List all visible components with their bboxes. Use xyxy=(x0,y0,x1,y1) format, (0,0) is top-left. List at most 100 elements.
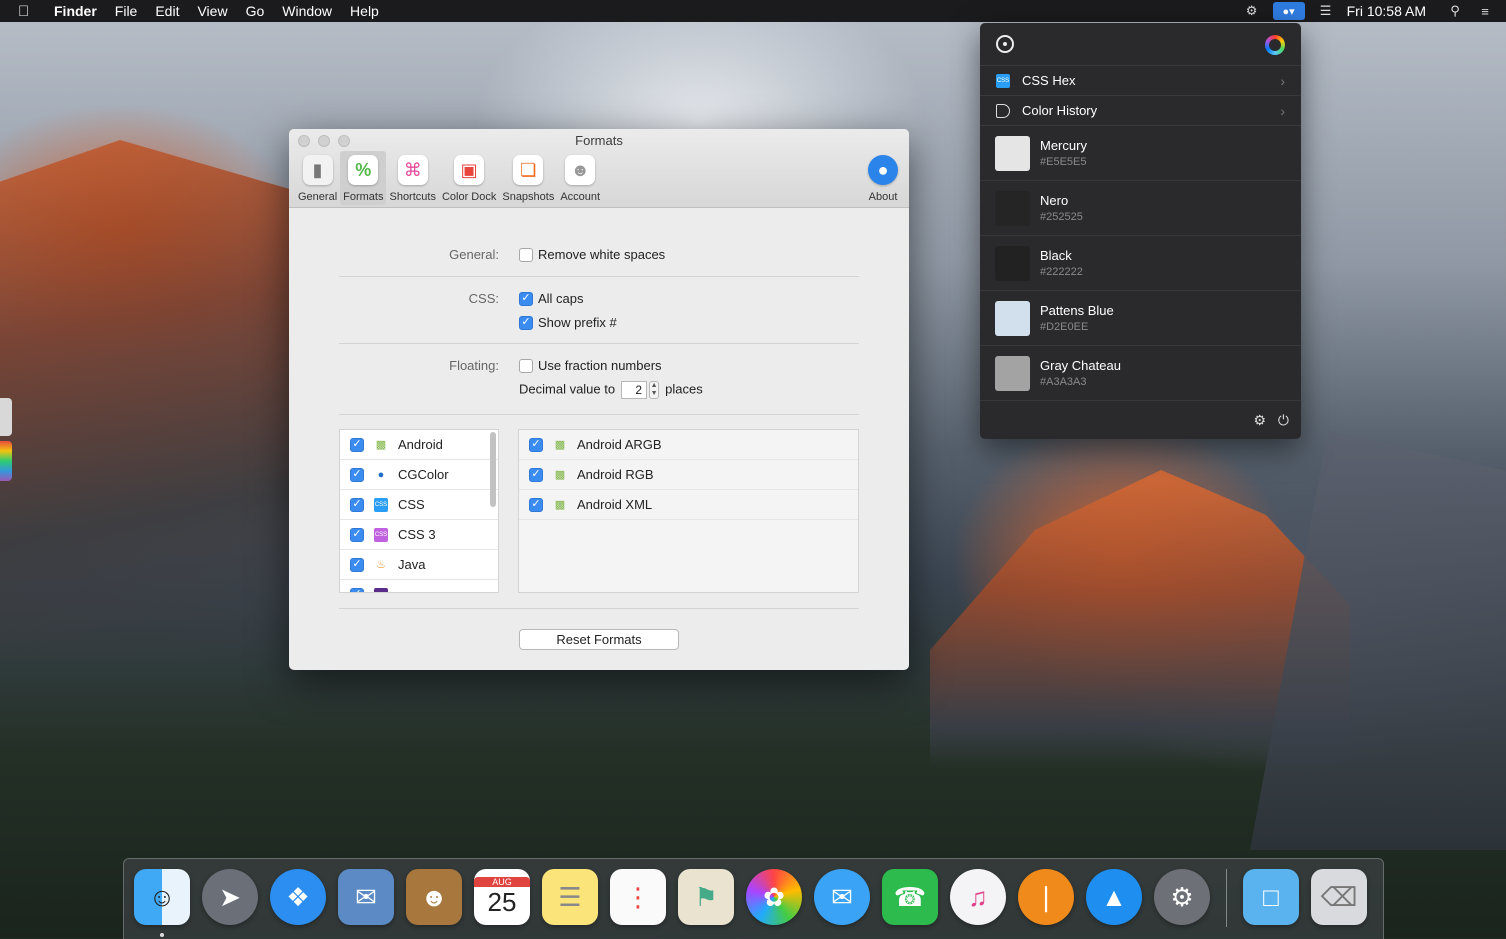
list-item-java[interactable]: ✓ ♨ Java xyxy=(340,550,498,580)
calendar-icon[interactable]: AUG 25 xyxy=(474,869,530,925)
notification-center-icon[interactable]: ≡ xyxy=(1476,3,1494,19)
list-item-partial[interactable]: ✓ xyxy=(340,580,498,592)
checkmark-icon[interactable]: ✓ xyxy=(519,291,533,306)
menu-help[interactable]: Help xyxy=(350,3,379,19)
checkmark-icon[interactable]: ✓ xyxy=(519,315,533,330)
format-language-list[interactable]: ✓ ▩ Android ✓ ● CGColor ✓ CSS CSS ✓ CSS … xyxy=(339,429,499,593)
tray-robot-icon[interactable]: ⚙ xyxy=(1243,3,1261,19)
power-icon[interactable]: ⏻ xyxy=(1278,412,1289,429)
list-scrollbar[interactable] xyxy=(490,432,496,507)
color-name: Pattens Blue xyxy=(1040,303,1114,318)
css-section-label: CSS: xyxy=(468,291,499,306)
menu-clock[interactable]: Fri 10:58 AM xyxy=(1347,3,1426,19)
color-text: Pattens Blue #D2E0EE xyxy=(1040,303,1114,333)
safari-icon[interactable]: ❖ xyxy=(270,869,326,925)
color-name: Mercury xyxy=(1040,138,1087,153)
list-item-css3[interactable]: ✓ CSS CSS 3 xyxy=(340,520,498,550)
apple-menu-icon[interactable]:  xyxy=(18,3,38,20)
color-history-item[interactable]: Mercury #E5E5E5 xyxy=(980,126,1301,181)
menu-edit[interactable]: Edit xyxy=(155,3,179,19)
color-text: Nero #252525 xyxy=(1040,193,1083,223)
list-item-android-xml[interactable]: ✓ ▩ Android XML xyxy=(519,490,858,520)
menu-app-name[interactable]: Finder xyxy=(54,3,97,19)
decimal-stepper[interactable]: ▲ ▼ xyxy=(649,381,660,399)
menu-window[interactable]: Window xyxy=(282,3,332,19)
color-hex: #D2E0EE xyxy=(1040,321,1089,333)
tab-snapshots[interactable]: ❏ Snapshots xyxy=(499,151,557,205)
android-icon: ▩ xyxy=(375,439,387,451)
tab-formats[interactable]: % Formats xyxy=(340,151,387,205)
system-preferences-icon[interactable]: ⚙ xyxy=(1154,869,1210,925)
css-hex-menu-item[interactable]: CSS CSS Hex › xyxy=(980,66,1301,96)
checkmark-icon[interactable]: ✓ xyxy=(350,467,364,482)
color-history-item[interactable]: Nero #252525 xyxy=(980,181,1301,236)
format-variant-list[interactable]: ✓ ▩ Android ARGB ✓ ▩ Android RGB ✓ ▩ And… xyxy=(518,429,859,593)
mail-icon[interactable]: ✉ xyxy=(338,869,394,925)
reset-formats-button[interactable]: Reset Formats xyxy=(519,629,679,650)
color-history-menu-item[interactable]: Color History › xyxy=(980,96,1301,126)
maps-icon[interactable]: ⚑ xyxy=(678,869,734,925)
color-picker-icon[interactable] xyxy=(996,35,1014,53)
wifi-icon[interactable]: ☰ xyxy=(1317,3,1335,19)
photos-icon[interactable]: ✿ xyxy=(746,869,802,925)
trash-icon[interactable]: ⌫ xyxy=(1311,869,1367,925)
checkmark-icon[interactable]: ✓ xyxy=(350,587,364,592)
checkbox-unchecked[interactable] xyxy=(519,247,533,262)
launchpad-icon[interactable]: ➤ xyxy=(202,869,258,925)
checkmark-icon[interactable]: ✓ xyxy=(350,437,364,452)
color-history-item[interactable]: Gray Chateau #A3A3A3 xyxy=(980,346,1301,401)
contacts-icon[interactable]: ☻ xyxy=(406,869,462,925)
show-prefix-checkbox[interactable]: ✓ Show prefix # xyxy=(519,315,617,330)
finder-icon[interactable]: ☺ xyxy=(134,869,190,925)
tab-about[interactable]: ● About xyxy=(865,151,901,205)
use-fraction-checkbox[interactable]: Use fraction numbers xyxy=(519,358,662,373)
list-item-cgcolor[interactable]: ✓ ● CGColor xyxy=(340,460,498,490)
checkmark-icon[interactable]: ✓ xyxy=(350,557,364,572)
messages-icon[interactable]: ✉ xyxy=(814,869,870,925)
tab-color-dock[interactable]: ▣ Color Dock xyxy=(439,151,499,205)
checkbox-unchecked[interactable] xyxy=(519,358,533,373)
list-item-css[interactable]: ✓ CSS CSS xyxy=(340,490,498,520)
android-icon: ▩ xyxy=(554,469,566,481)
spotlight-search-icon[interactable]: ⚲ xyxy=(1446,3,1464,19)
color-history-item[interactable]: Black #222222 xyxy=(980,236,1301,291)
app-store-icon[interactable]: ▲ xyxy=(1086,869,1142,925)
color-wheel-icon[interactable] xyxy=(1265,35,1285,55)
decimal-row: Decimal value to 2 ▲ ▼ places xyxy=(519,381,703,399)
itunes-icon[interactable]: ♫ xyxy=(950,869,1006,925)
reminders-icon[interactable]: ⋮ xyxy=(610,869,666,925)
tab-general[interactable]: ▮ General xyxy=(295,151,340,205)
floating-section-label: Floating: xyxy=(449,358,499,373)
window-title: Formats xyxy=(575,133,623,148)
menu-go[interactable]: Go xyxy=(246,3,265,19)
tray-color-picker-icon[interactable]: ●▾ xyxy=(1272,2,1305,20)
decimal-value-field[interactable]: 2 xyxy=(621,381,648,399)
ibooks-icon[interactable]: ❘ xyxy=(1018,869,1074,925)
settings-icon[interactable]: ⚙ xyxy=(1253,412,1266,429)
cgcolor-icon: ● xyxy=(377,468,385,481)
checkmark-icon[interactable]: ✓ xyxy=(350,527,364,542)
checkmark-icon[interactable]: ✓ xyxy=(529,497,543,512)
tab-account[interactable]: ☻ Account xyxy=(557,151,603,205)
list-item-android[interactable]: ✓ ▩ Android xyxy=(340,430,498,460)
checkmark-icon[interactable]: ✓ xyxy=(350,497,364,512)
checkmark-icon[interactable]: ✓ xyxy=(529,437,543,452)
color-history-item[interactable]: Pattens Blue #D2E0EE xyxy=(980,291,1301,346)
remove-white-spaces-checkbox[interactable]: Remove white spaces xyxy=(519,247,665,262)
all-caps-checkbox[interactable]: ✓ All caps xyxy=(519,291,584,306)
facetime-icon[interactable]: ☎ xyxy=(882,869,938,925)
list-item-android-argb[interactable]: ✓ ▩ Android ARGB xyxy=(519,430,858,460)
menu-view[interactable]: View xyxy=(197,3,227,19)
chevron-right-icon: › xyxy=(1280,72,1285,89)
menu-file[interactable]: File xyxy=(115,3,138,19)
notes-icon[interactable]: ☰ xyxy=(542,869,598,925)
list-item-android-rgb[interactable]: ✓ ▩ Android RGB xyxy=(519,460,858,490)
java-icon: ♨ xyxy=(376,559,386,571)
edge-widget[interactable] xyxy=(0,398,12,436)
divider xyxy=(339,343,859,344)
folder-icon[interactable]: □ xyxy=(1243,869,1299,925)
formats-pane: General: Remove white spaces CSS: ✓ All … xyxy=(289,209,909,670)
checkmark-icon[interactable]: ✓ xyxy=(529,467,543,482)
tab-shortcuts[interactable]: ⌘ Shortcuts xyxy=(386,151,438,205)
edge-color-widget[interactable] xyxy=(0,441,12,481)
